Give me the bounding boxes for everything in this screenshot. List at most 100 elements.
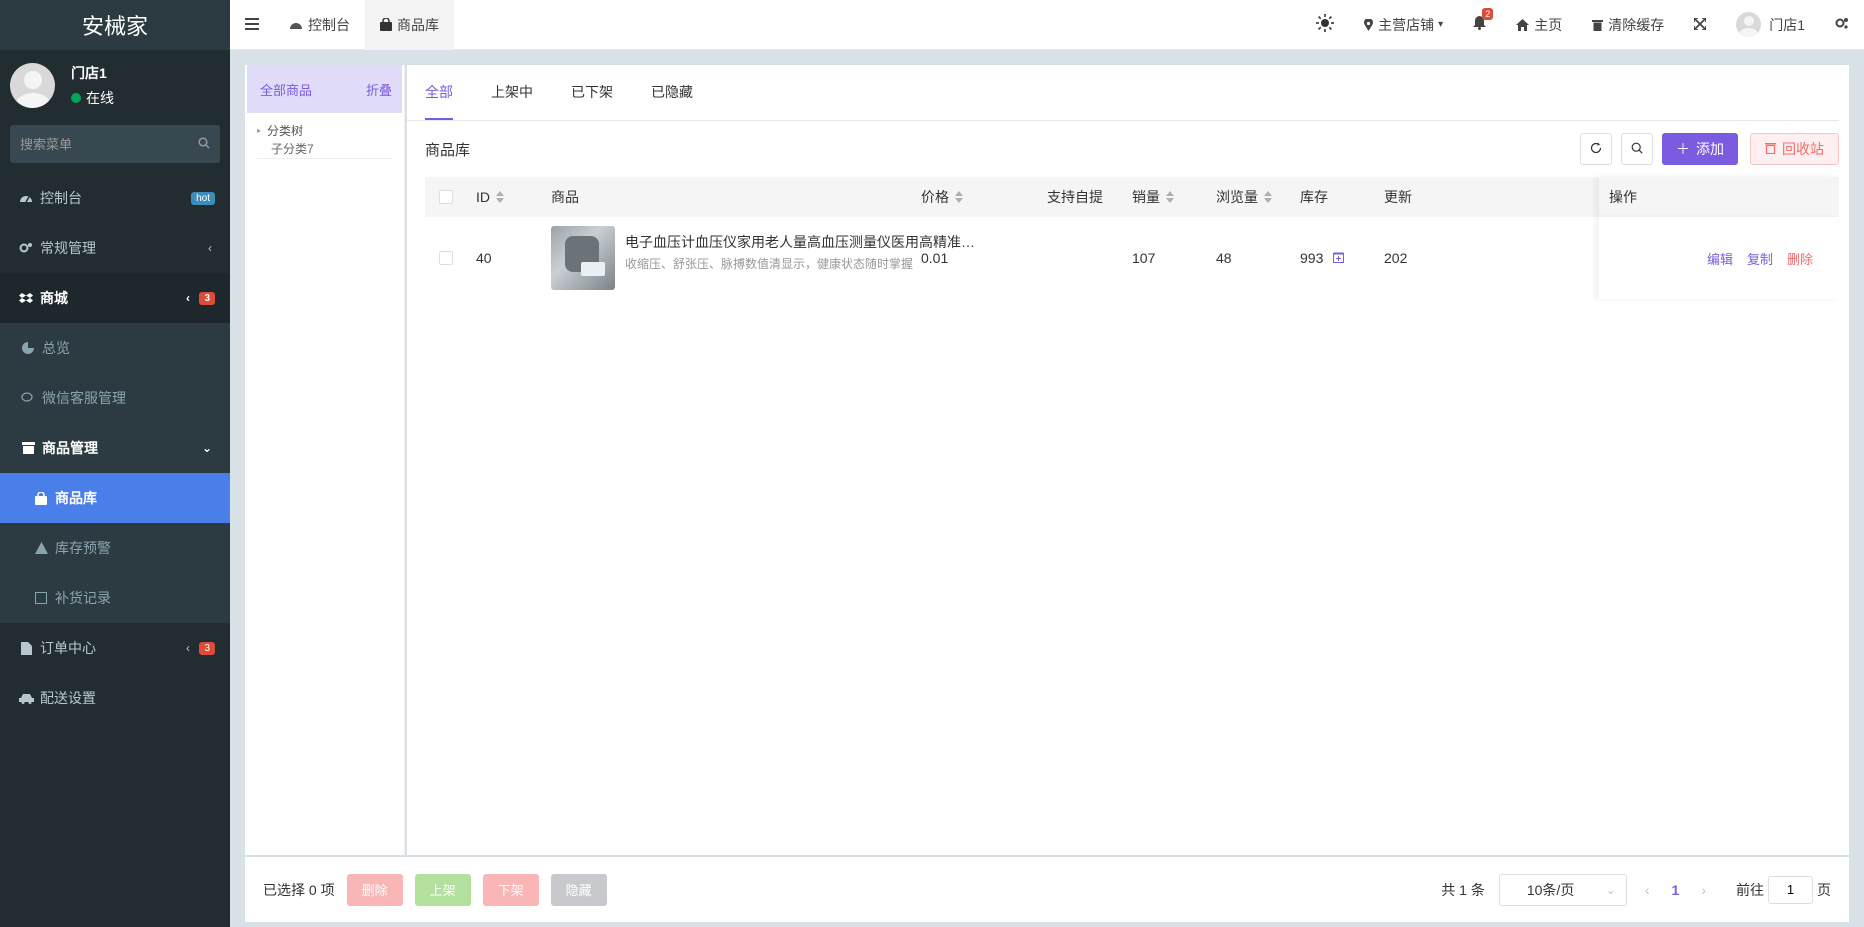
tree-node-root[interactable]: ▸ 分类树 — [257, 121, 392, 139]
tab-off-shelf[interactable]: 已下架 — [571, 64, 613, 120]
notifications-button[interactable]: 2 — [1458, 0, 1501, 50]
search-toggle-button[interactable] — [1621, 133, 1653, 165]
warning-icon — [33, 540, 49, 556]
sidebar-item-stock-alert[interactable]: 库存预警 — [0, 523, 230, 573]
bulk-on-shelf-button[interactable]: 上架 — [414, 873, 471, 906]
next-page-icon[interactable]: › — [1701, 882, 1706, 898]
cell-sales: 107 — [1132, 250, 1156, 266]
tab-on-shelf[interactable]: 上架中 — [491, 64, 533, 120]
col-price[interactable]: 价格 — [921, 187, 963, 207]
caret-right-icon[interactable]: ▸ — [257, 126, 261, 135]
sort-icon[interactable] — [496, 191, 504, 203]
row-checkbox[interactable] — [439, 251, 453, 265]
goto-prefix: 前往 — [1736, 881, 1764, 898]
refresh-button[interactable] — [1580, 133, 1612, 165]
chevron-down-icon: ⌄ — [201, 441, 212, 455]
prev-page-icon[interactable]: ‹ — [1645, 882, 1650, 898]
sidebar-item-label: 补货记录 — [55, 590, 111, 606]
search-icon[interactable] — [198, 136, 210, 152]
category-header: 全部商品 折叠 — [247, 65, 402, 113]
page-size-select[interactable]: 10条/页 ⌄ — [1498, 873, 1627, 906]
bulk-off-shelf-button[interactable]: 下架 — [482, 873, 539, 906]
clear-cache-button[interactable]: 清除缓存 — [1577, 0, 1679, 50]
sidebar-item-wechat[interactable]: 微信客服管理 — [0, 373, 230, 423]
archive-icon — [20, 440, 36, 456]
tab-dashboard[interactable]: 控制台 — [274, 0, 365, 50]
all-products-link[interactable]: 全部商品 — [260, 80, 312, 99]
status-tabs: 全部 上架中 已下架 已隐藏 — [407, 65, 1839, 121]
bulk-delete-button[interactable]: 删除 — [346, 873, 403, 906]
sidebar-item-dashboard[interactable]: 控制台 hot — [0, 173, 230, 223]
sidebar-item-label: 配送设置 — [40, 690, 96, 706]
select-all-checkbox[interactable] — [439, 190, 453, 204]
delete-link[interactable]: 删除 — [1787, 249, 1813, 268]
sort-icon[interactable] — [1166, 191, 1174, 203]
home-link[interactable]: 主页 — [1501, 0, 1577, 50]
app-logo[interactable]: 安械家 — [0, 0, 230, 50]
home-icon — [1516, 18, 1530, 31]
tree-node-child[interactable]: 子分类7 — [257, 139, 392, 159]
store-select-dropdown[interactable]: 主营店铺 ▾ — [1349, 0, 1458, 50]
sidebar-item-goods-mgmt[interactable]: 商品管理 ⌄ — [0, 423, 230, 473]
sort-icon[interactable] — [955, 191, 963, 203]
count-badge: 3 — [199, 641, 215, 655]
sidebar-item-label: 微信客服管理 — [42, 390, 126, 406]
stock-value: 993 — [1300, 250, 1324, 266]
trash-icon — [1592, 19, 1604, 31]
top-navbar: 控制台 商品库 主营店铺 ▾ 2 主页 清除缓存 门店1 — [230, 0, 1864, 50]
page-number[interactable]: 1 — [1672, 882, 1680, 898]
col-sales[interactable]: 销量 — [1132, 187, 1174, 207]
file-icon — [18, 640, 34, 656]
plus-icon: ＋ — [1676, 141, 1690, 157]
table-row: 40 电子血压计血压仪家用老人量高血压测量仪医用高精准全自动臂式 收缩压、舒张压… — [425, 217, 1839, 299]
sidebar-item-label: 商城 — [40, 290, 68, 306]
sidebar-item-shop[interactable]: 商城 ‹ 3 — [0, 273, 230, 323]
stock-edit-icon[interactable] — [1333, 250, 1345, 266]
product-title[interactable]: 电子血压计血压仪家用老人量高血压测量仪医用高精准全自动臂式 — [625, 232, 975, 252]
cogs-icon — [18, 240, 34, 256]
cell-views: 48 — [1216, 250, 1232, 266]
col-sales-label: 销量 — [1132, 189, 1160, 205]
count-badge: 3 — [199, 291, 215, 305]
clear-cache-label: 清除缓存 — [1608, 16, 1665, 33]
chevron-left-icon: ‹ — [186, 641, 190, 655]
theme-toggle-button[interactable] — [1301, 0, 1349, 50]
tab-goods-lib[interactable]: 商品库 — [365, 0, 454, 50]
col-id[interactable]: ID — [476, 189, 504, 205]
dropbox-icon — [18, 290, 34, 306]
selection-count: 已选择 0 项 — [263, 881, 335, 898]
col-views[interactable]: 浏览量 — [1216, 187, 1272, 207]
bulk-hide-button[interactable]: 隐藏 — [550, 873, 607, 906]
sidebar-item-delivery[interactable]: 配送设置 — [0, 673, 230, 723]
recycle-bin-button[interactable]: 回收站 — [1750, 133, 1839, 165]
sidebar-item-goods-lib[interactable]: 商品库 — [0, 473, 230, 523]
expand-icon — [1693, 16, 1708, 33]
user-menu[interactable]: 门店1 — [1721, 0, 1820, 50]
page-size-value: 10条/页 — [1526, 881, 1575, 898]
car-icon — [18, 690, 34, 706]
tab-all[interactable]: 全部 — [425, 64, 453, 120]
add-button[interactable]: ＋ 添加 — [1662, 133, 1738, 165]
col-views-label: 浏览量 — [1216, 189, 1258, 205]
sidebar-item-orders[interactable]: 订单中心 ‹ 3 — [0, 623, 230, 673]
collapse-button[interactable]: 折叠 — [366, 80, 392, 99]
sidebar-item-restock[interactable]: 补货记录 — [0, 573, 230, 623]
cell-price: 0.01 — [921, 250, 949, 266]
edit-link[interactable]: 编辑 — [1707, 249, 1733, 268]
sidebar-toggle-button[interactable] — [230, 0, 274, 50]
cell-product: 电子血压计血压仪家用老人量高血压测量仪医用高精准全自动臂式 收缩压、舒张压、脉搏… — [551, 226, 975, 290]
product-thumbnail[interactable] — [551, 226, 615, 290]
sidebar-item-overview[interactable]: 总览 — [0, 323, 230, 373]
goto-suffix: 页 — [1817, 881, 1831, 898]
tab-hidden[interactable]: 已隐藏 — [651, 64, 693, 120]
menu-icon — [245, 17, 259, 33]
menu-search-input[interactable] — [20, 136, 198, 152]
sidebar-item-general[interactable]: 常规管理 ‹ — [0, 223, 230, 273]
sort-icon[interactable] — [1264, 191, 1272, 203]
settings-button[interactable] — [1820, 0, 1864, 50]
copy-link[interactable]: 复制 — [1747, 249, 1773, 268]
user-name: 门店1 — [71, 64, 107, 81]
col-ops: 操作 — [1599, 177, 1839, 217]
fullscreen-button[interactable] — [1679, 0, 1721, 50]
goto-page-input[interactable] — [1768, 875, 1813, 904]
